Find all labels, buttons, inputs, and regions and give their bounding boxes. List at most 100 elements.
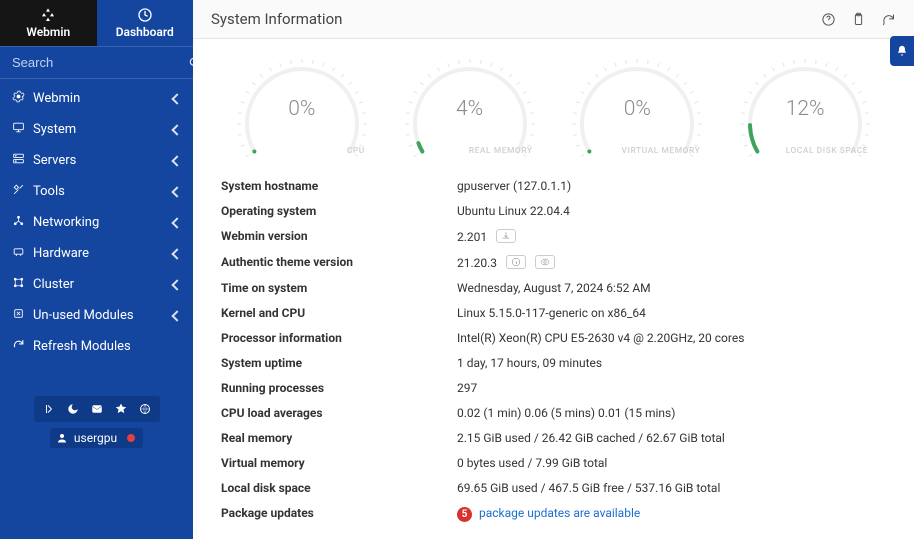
sidebar: Webmin Dashboard Webmin System Servers Tool…	[0, 0, 193, 539]
sidebar-item-refresh-modules[interactable]: Refresh Modules	[0, 331, 193, 362]
search-input[interactable]	[12, 55, 188, 70]
user-name: usergpu	[74, 431, 117, 445]
top-tabs: Webmin Dashboard	[0, 0, 193, 46]
sidebar-item-hardware[interactable]: Hardware	[0, 238, 193, 269]
gauge-cpu: 0%CPU	[221, 49, 383, 159]
user-pill[interactable]: usergpu	[50, 428, 143, 448]
globe-icon[interactable]	[136, 401, 154, 417]
eye-icon[interactable]	[535, 255, 555, 269]
menu-icon	[12, 152, 25, 169]
nav: Webmin System Servers Tools Networking Hardwa…	[0, 79, 193, 366]
procs-label: Running processes	[221, 381, 439, 395]
clipboard-icon[interactable]	[850, 11, 866, 27]
chevron-left-icon	[171, 310, 182, 321]
sidebar-item-tools[interactable]: Tools	[0, 176, 193, 207]
notification-tab[interactable]	[890, 36, 914, 66]
user-icon	[56, 432, 68, 444]
gauge-percent: 0%	[562, 97, 712, 121]
info-table: System hostname gpuserver (127.0.1.1) Op…	[221, 173, 886, 522]
os-label: Operating system	[221, 204, 439, 218]
realmem-value: 2.15 GiB used / 26.42 GiB cached / 62.67…	[457, 431, 886, 445]
sidebar-item-un-used-modules[interactable]: Un-used Modules	[0, 300, 193, 331]
gauge-virtual-memory: 0% VIRTUAL MEMORY	[557, 49, 719, 159]
search-row	[0, 46, 193, 79]
os-value: Ubuntu Linux 22.04.4	[457, 204, 886, 218]
sidebar-item-label: Hardware	[33, 246, 89, 261]
pkg-value: 5 package updates are available	[457, 506, 886, 522]
load-value: 0.02 (1 min) 0.06 (5 mins) 0.01 (15 mins…	[457, 406, 886, 420]
theme-version-label: Authentic theme version	[221, 255, 439, 270]
sidebar-item-label: Servers	[33, 153, 76, 168]
disk-value: 69.65 GiB used / 467.5 GiB free / 537.16…	[457, 481, 886, 495]
tab-dashboard[interactable]: Dashboard	[97, 0, 194, 46]
help-icon[interactable]	[820, 11, 836, 27]
gauge-label: REAL MEMORY	[469, 146, 533, 156]
menu-icon	[12, 183, 25, 200]
gauges-row: 0%CPU 4% REAL MEMORY 0% VIRTUAL MEMORY 12% LOC…	[221, 39, 886, 173]
webmin-icon	[40, 7, 56, 23]
toolbar-strip	[34, 396, 160, 422]
star-icon[interactable]	[112, 401, 130, 417]
sidebar-item-label: Cluster	[33, 277, 74, 292]
sidebar-item-label: Networking	[33, 215, 99, 230]
refresh-icon	[12, 338, 25, 355]
sidebar-item-label: Tools	[33, 184, 65, 199]
gauge-label: LOCAL DISK SPACE	[786, 146, 869, 156]
sidebar-item-webmin[interactable]: Webmin	[0, 83, 193, 114]
kernel-label: Kernel and CPU	[221, 306, 439, 320]
virtmem-value: 0 bytes used / 7.99 GiB total	[457, 456, 886, 470]
realmem-label: Real memory	[221, 431, 439, 445]
chevron-left-icon	[171, 186, 182, 197]
tab-webmin[interactable]: Webmin	[0, 0, 97, 46]
dashboard-icon	[137, 7, 153, 23]
sidebar-item-networking[interactable]: Networking	[0, 207, 193, 238]
mail-icon[interactable]	[88, 401, 106, 417]
tab-dashboard-label: Dashboard	[116, 25, 174, 39]
time-label: Time on system	[221, 281, 439, 295]
gauge-real-memory: 4% REAL MEMORY	[389, 49, 551, 159]
theme-version-text: 21.20.3	[457, 256, 497, 270]
gauge-local-disk-space: 12% LOCAL DISK SPACE	[724, 49, 886, 159]
gauge-label: VIRTUAL MEMORY	[622, 146, 701, 156]
theme-version-value: 21.20.3	[457, 255, 886, 270]
procs-value[interactable]: 297	[457, 381, 886, 395]
menu-icon	[12, 245, 25, 262]
menu-icon	[12, 214, 25, 231]
chevron-left-icon	[171, 279, 182, 290]
chevron-left-icon	[171, 124, 182, 135]
menu-icon	[12, 121, 25, 138]
gauge-percent: 4%	[395, 97, 545, 121]
gauge-percent: 12%	[730, 97, 880, 121]
night-icon[interactable]	[64, 401, 82, 417]
hostname-label: System hostname	[221, 179, 439, 193]
hostname-value[interactable]: gpuserver (127.0.1.1)	[457, 179, 886, 193]
content: 0%CPU 4% REAL MEMORY 0% VIRTUAL MEMORY 12% LOC…	[193, 39, 914, 539]
bottom-strip: usergpu	[0, 396, 193, 448]
load-label: CPU load averages	[221, 406, 439, 420]
time-value[interactable]: Wednesday, August 7, 2024 6:52 AM	[457, 281, 886, 295]
refresh-icon[interactable]	[880, 11, 896, 27]
uptime-value[interactable]: 1 day, 17 hours, 09 minutes	[457, 356, 886, 370]
info-icon[interactable]	[506, 255, 526, 269]
header-actions	[820, 11, 896, 27]
update-icon[interactable]	[496, 229, 516, 243]
pkg-link[interactable]: package updates are available	[479, 506, 640, 520]
tab-webmin-label: Webmin	[26, 25, 70, 39]
menu-icon	[12, 307, 25, 324]
sidebar-item-label: Refresh Modules	[33, 339, 131, 354]
menu-icon	[12, 276, 25, 293]
pkg-count-badge: 5	[457, 507, 472, 522]
sidebar-item-servers[interactable]: Servers	[0, 145, 193, 176]
uptime-label: System uptime	[221, 356, 439, 370]
menu-icon	[12, 90, 25, 107]
chevron-left-icon	[171, 93, 182, 104]
sidebar-item-label: Webmin	[33, 91, 80, 106]
sidebar-item-system[interactable]: System	[0, 114, 193, 145]
sidebar-item-cluster[interactable]: Cluster	[0, 269, 193, 300]
main: System Information 0%CPU4%REAL MEMORY0%V…	[193, 0, 914, 539]
collapse-icon[interactable]	[40, 401, 58, 417]
webmin-version-value: 2.201	[457, 229, 886, 244]
sidebar-item-label: Un-used Modules	[33, 308, 134, 323]
alert-dot-icon	[127, 434, 135, 442]
disk-label: Local disk space	[221, 481, 439, 495]
